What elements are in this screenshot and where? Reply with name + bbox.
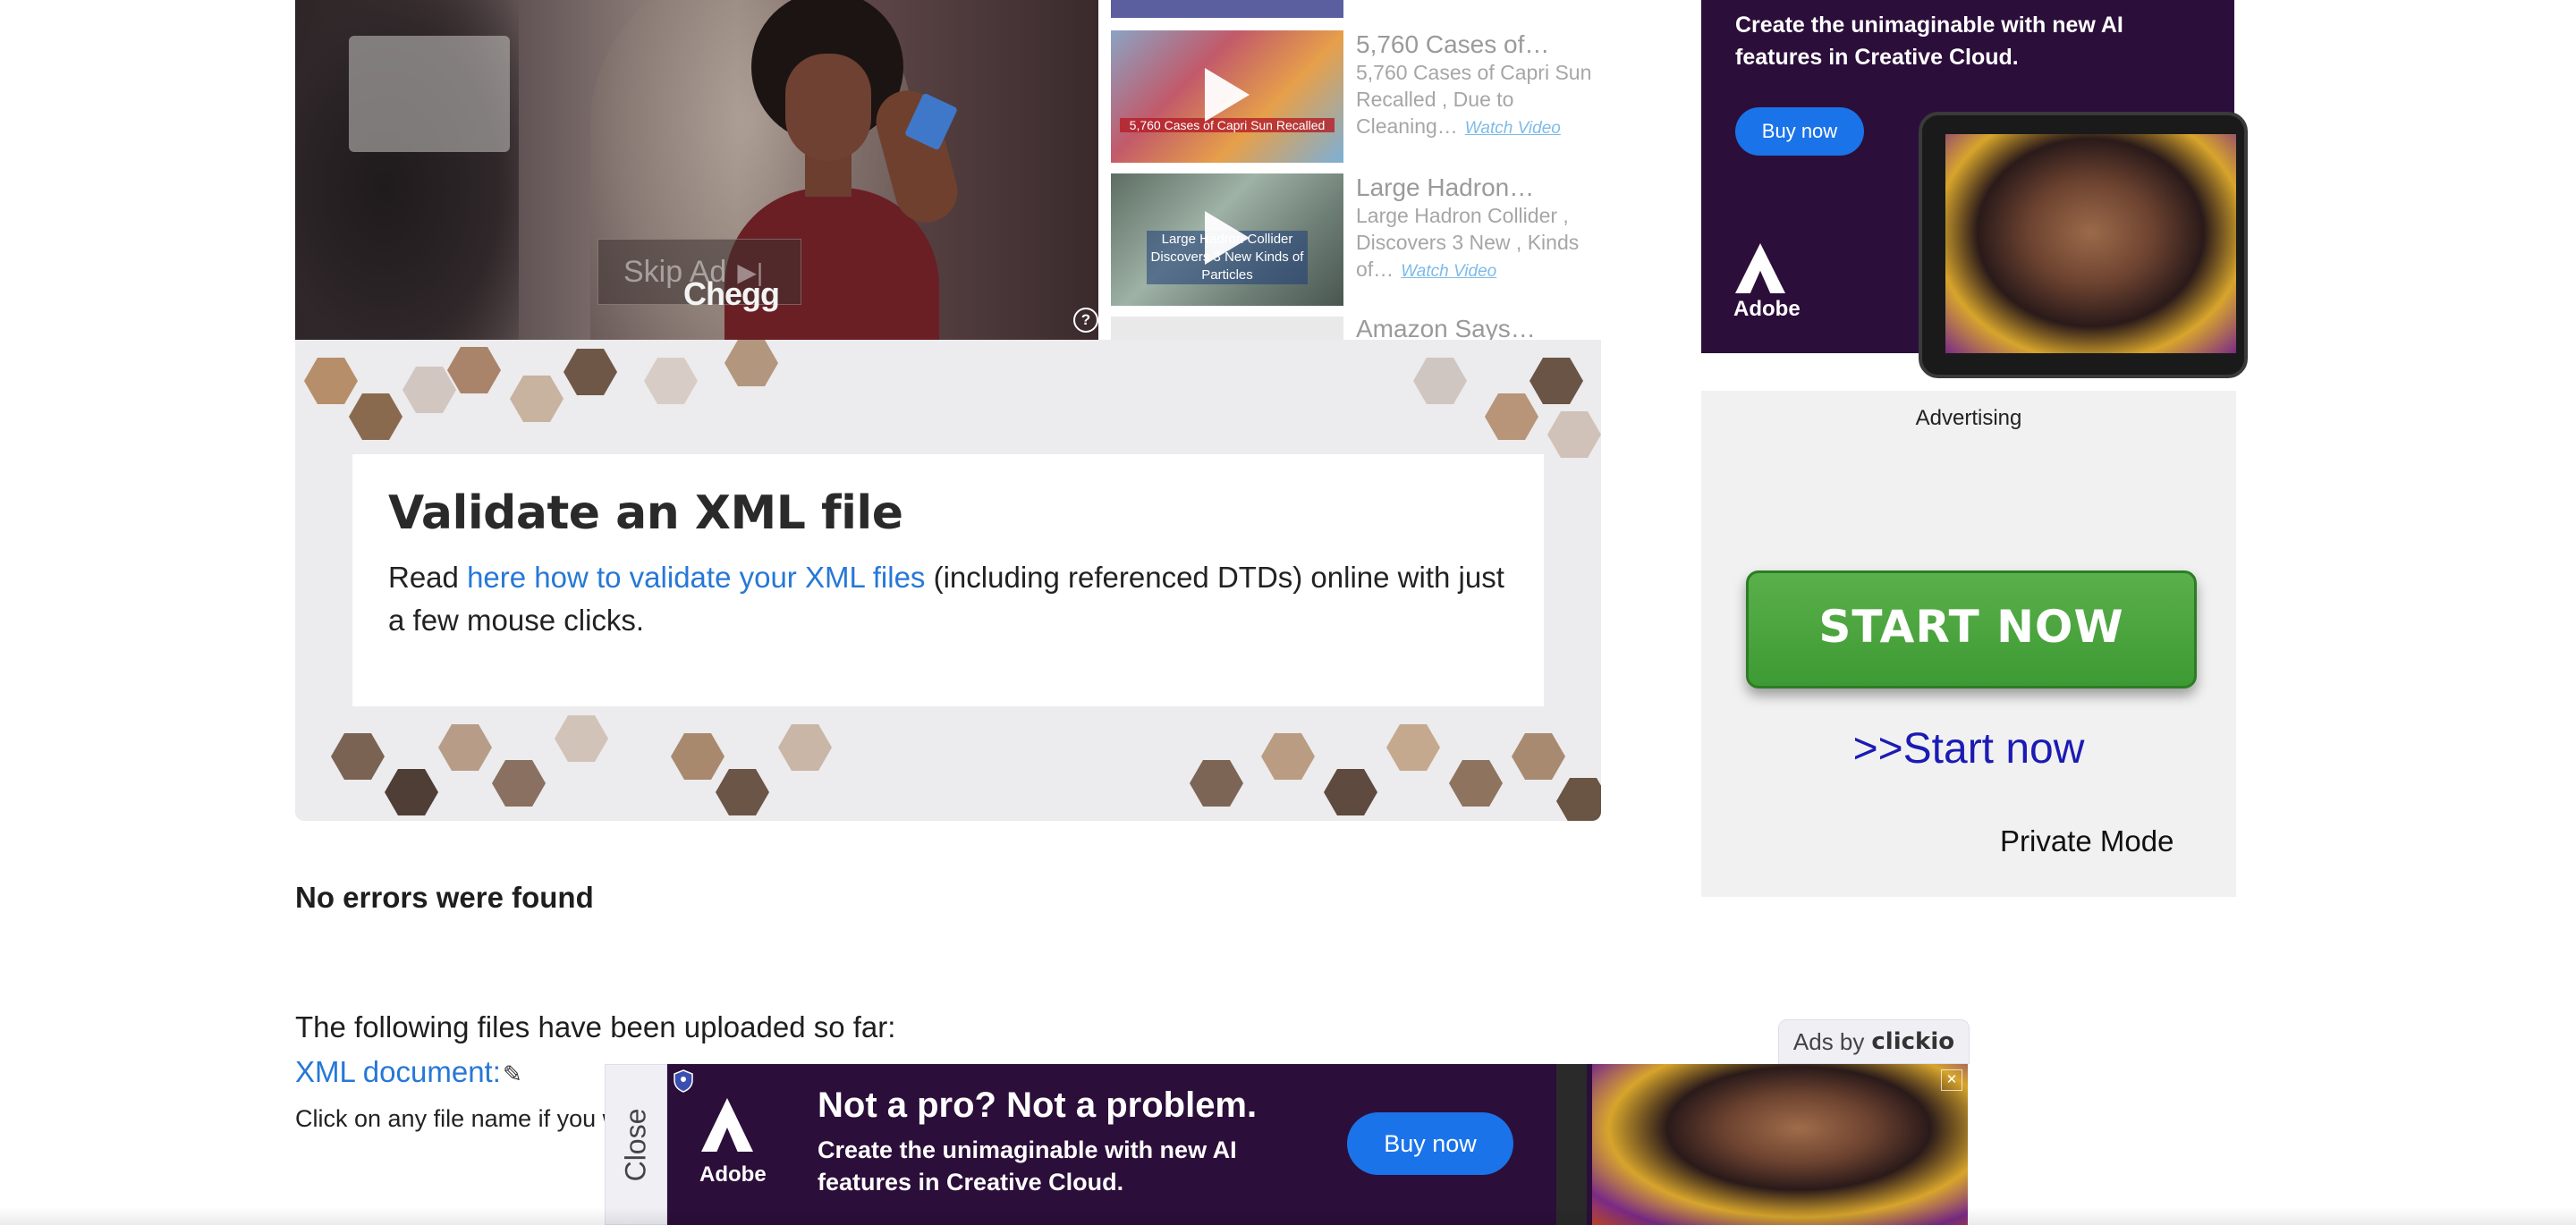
playlist-thumbnail[interactable]: 5,760 Cases of Capri Sun Recalled [1111,30,1343,163]
page-title: Validate an XML file [388,486,903,540]
hex-pattern [1413,358,1467,404]
video-window [349,36,510,152]
playlist-item-title[interactable]: 5,760 Cases of… [1356,30,1549,59]
adobe-logo-text: Adobe [699,1162,767,1187]
ad-headline: Create the unimaginable with new AI feat… [1735,13,2123,70]
hex-pattern [724,340,778,386]
advertising-label: Advertising [1915,406,2022,430]
bottom-shadow [0,1207,2576,1225]
hex-pattern [564,349,617,395]
private-mode-label: Private Mode [2000,824,2174,858]
banner-headline: Not a pro? Not a problem. [818,1086,1258,1125]
hex-pattern [492,760,546,807]
validate-howto-link[interactable]: here how to validate your XML files [467,561,925,594]
banner-subtext: Create the unimaginable with new AI feat… [818,1136,1237,1195]
hex-pattern [1261,733,1315,780]
start-now-link[interactable]: >>Start now [1701,724,2236,773]
hex-pattern [510,376,564,422]
shield-icon [673,1069,694,1093]
video-brand-logo: Chegg [683,275,780,312]
ads-by-label: Ads by [1792,1027,1865,1055]
hex-pattern [555,715,608,762]
hex-pattern [716,769,769,815]
buy-now-button[interactable]: Buy now [1347,1112,1513,1175]
ad-close-icon[interactable]: ✕ [1941,1069,1962,1091]
click-hint-text: Click on any file name if you w [295,1105,621,1132]
playlist-thumbnail[interactable]: Large Hadron Collider Discovers 3 New Ki… [1111,173,1343,306]
banner-artwork-image [1592,1064,1968,1225]
playlist-thumbnail-partial[interactable] [1111,0,1343,18]
playlist-thumbnail[interactable] [1111,317,1343,340]
help-icon[interactable]: ? [1073,308,1098,333]
hex-pattern [1386,724,1440,771]
hex-pattern [644,358,698,404]
hex-pattern [349,393,402,440]
playlist-item-title[interactable]: Large Hadron… [1356,173,1534,202]
watch-video-link[interactable]: Watch Video [1401,262,1496,281]
hex-pattern [1547,411,1601,458]
hex-pattern [304,358,358,404]
hex-pattern [1530,358,1583,404]
close-ad-label-wrap[interactable]: Close [605,1064,667,1225]
xml-document-link[interactable]: XML document: [295,1055,501,1089]
ads-by-clickio-tab[interactable]: Ads by clickio [1778,1019,1970,1064]
hex-pattern [1512,733,1565,780]
hex-pattern [1324,769,1377,815]
clickio-logo: clickio [1871,1028,1955,1055]
ad-artwork-image [1945,134,2236,353]
adobe-logo-text: Adobe [1733,297,1801,321]
play-icon [1205,211,1250,265]
hex-pattern [1449,760,1503,807]
hex-pattern [402,367,456,413]
banner-toolbar-image [1556,1064,1587,1225]
play-icon [1205,68,1250,122]
hex-pattern [385,769,438,815]
video-figure-face [785,54,871,161]
hex-pattern [1190,760,1243,807]
adobe-logo-icon [698,1098,757,1170]
playlist-item-description: 5,760 Cases of Capri Sun Recalled , Due … [1356,59,1615,142]
hex-pattern [778,724,832,771]
hex-pattern [331,733,385,780]
buy-now-button[interactable]: Buy now [1735,107,1864,156]
hex-pattern [1556,778,1601,821]
hero-text-before: Read [388,561,468,594]
pencil-icon[interactable]: ✎ [503,1060,522,1088]
hex-pattern [1485,393,1538,440]
uploaded-files-heading: The following files have been uploaded s… [295,1010,896,1043]
hex-pattern [438,724,492,771]
start-now-button[interactable]: START NOW [1746,570,2197,689]
close-ad-label: Close [619,1108,652,1181]
hex-pattern [671,733,724,780]
hero-description: Read here how to validate your XML files… [388,556,1515,642]
playlist-item-description: Large Hadron Collider , Discovers 3 New … [1356,202,1615,285]
validation-status: No errors were found [295,881,594,914]
watch-video-link[interactable]: Watch Video [1465,119,1561,138]
hex-pattern [447,347,501,393]
